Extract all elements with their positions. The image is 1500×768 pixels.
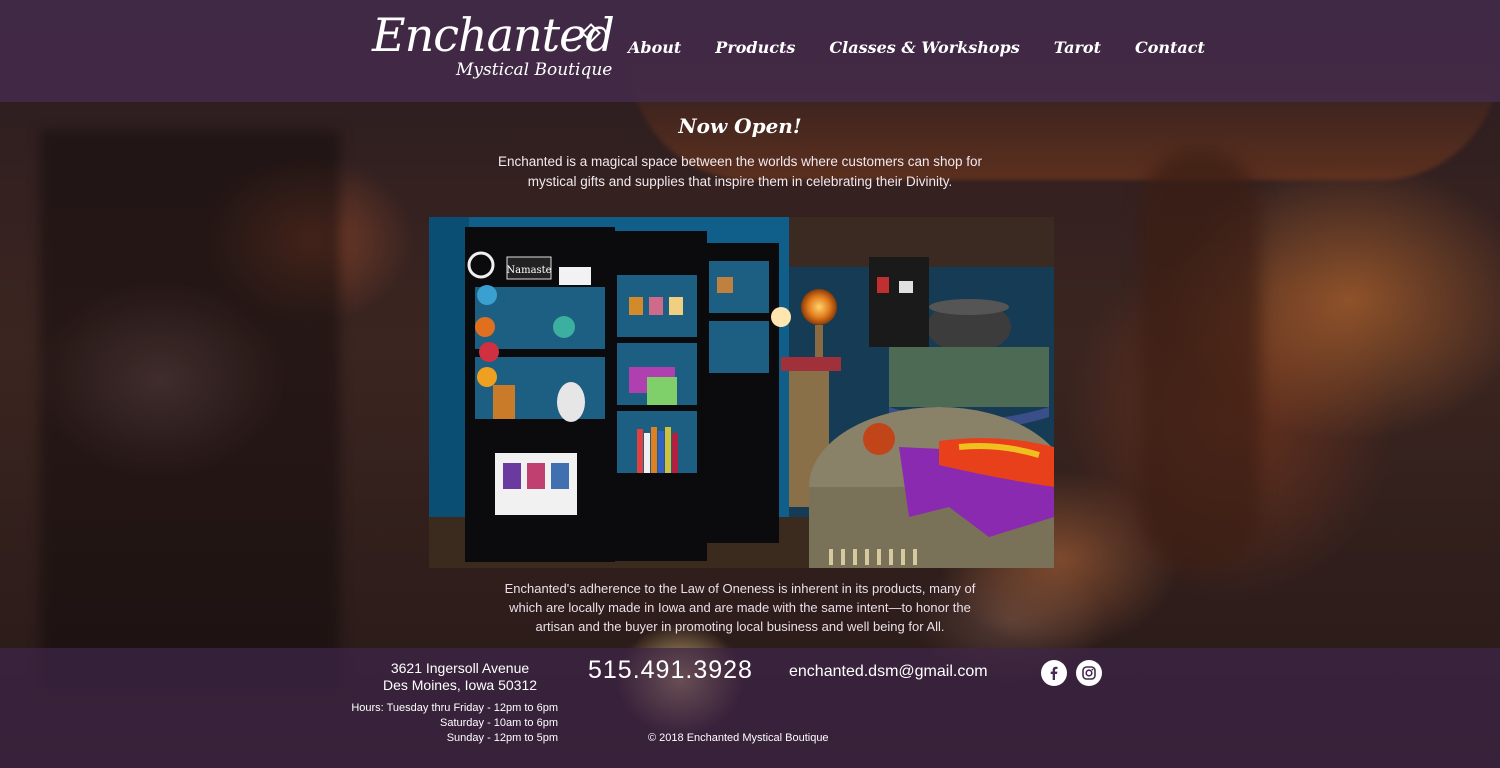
site-header: Enchanted Mystical Boutique About Produc… xyxy=(0,0,1500,102)
facebook-icon xyxy=(1050,666,1058,680)
background-shelf-left xyxy=(40,130,340,690)
nav-contact[interactable]: Contact xyxy=(1135,38,1205,62)
main-nav: About Products Classes & Workshops Tarot… xyxy=(628,38,1205,62)
phone-link[interactable]: 515.491.3928 xyxy=(588,656,768,685)
logo[interactable]: Enchanted Mystical Boutique xyxy=(372,6,615,94)
hours-sunday: Sunday - 12pm to 5pm xyxy=(446,732,558,744)
logo-wordmark: Enchanted xyxy=(372,8,615,62)
background-carved-pillar xyxy=(1140,150,1260,570)
logo-tagline: Mystical Boutique xyxy=(456,60,613,80)
page-headline: Now Open! xyxy=(678,114,802,138)
instagram-icon xyxy=(1082,666,1096,680)
store-address: 3621 Ingersoll Avenue Des Moines, Iowa 5… xyxy=(360,660,560,694)
nav-classes-workshops[interactable]: Classes & Workshops xyxy=(829,38,1019,62)
intro-text: Enchanted is a magical space between the… xyxy=(497,154,982,189)
hours-saturday: Saturday - 10am to 6pm xyxy=(439,717,558,729)
social-links xyxy=(1041,660,1102,686)
address-line-2: Des Moines, Iowa 50312 xyxy=(382,677,538,693)
instagram-button[interactable] xyxy=(1076,660,1102,686)
email-link[interactable]: enchanted.dsm@gmail.com xyxy=(789,663,988,681)
oneness-text: Enchanted's adherence to the Law of Onen… xyxy=(504,581,976,634)
store-hours: Hours: Tuesday thru Friday - 12pm to 6pm… xyxy=(310,701,558,746)
photo-sign-text: Namaste xyxy=(506,265,551,276)
hours-weekdays: Hours: Tuesday thru Friday - 12pm to 6pm xyxy=(351,702,558,714)
facebook-button[interactable] xyxy=(1041,660,1067,686)
nav-tarot[interactable]: Tarot xyxy=(1054,38,1101,62)
copyright: © 2018 Enchanted Mystical Boutique xyxy=(648,732,829,744)
store-photo-illustration: Namaste xyxy=(429,217,1054,568)
store-photo: Namaste xyxy=(429,217,1054,568)
nav-products[interactable]: Products xyxy=(715,38,795,62)
nav-about[interactable]: About xyxy=(628,38,681,62)
address-line-1: 3621 Ingersoll Avenue xyxy=(390,660,530,676)
